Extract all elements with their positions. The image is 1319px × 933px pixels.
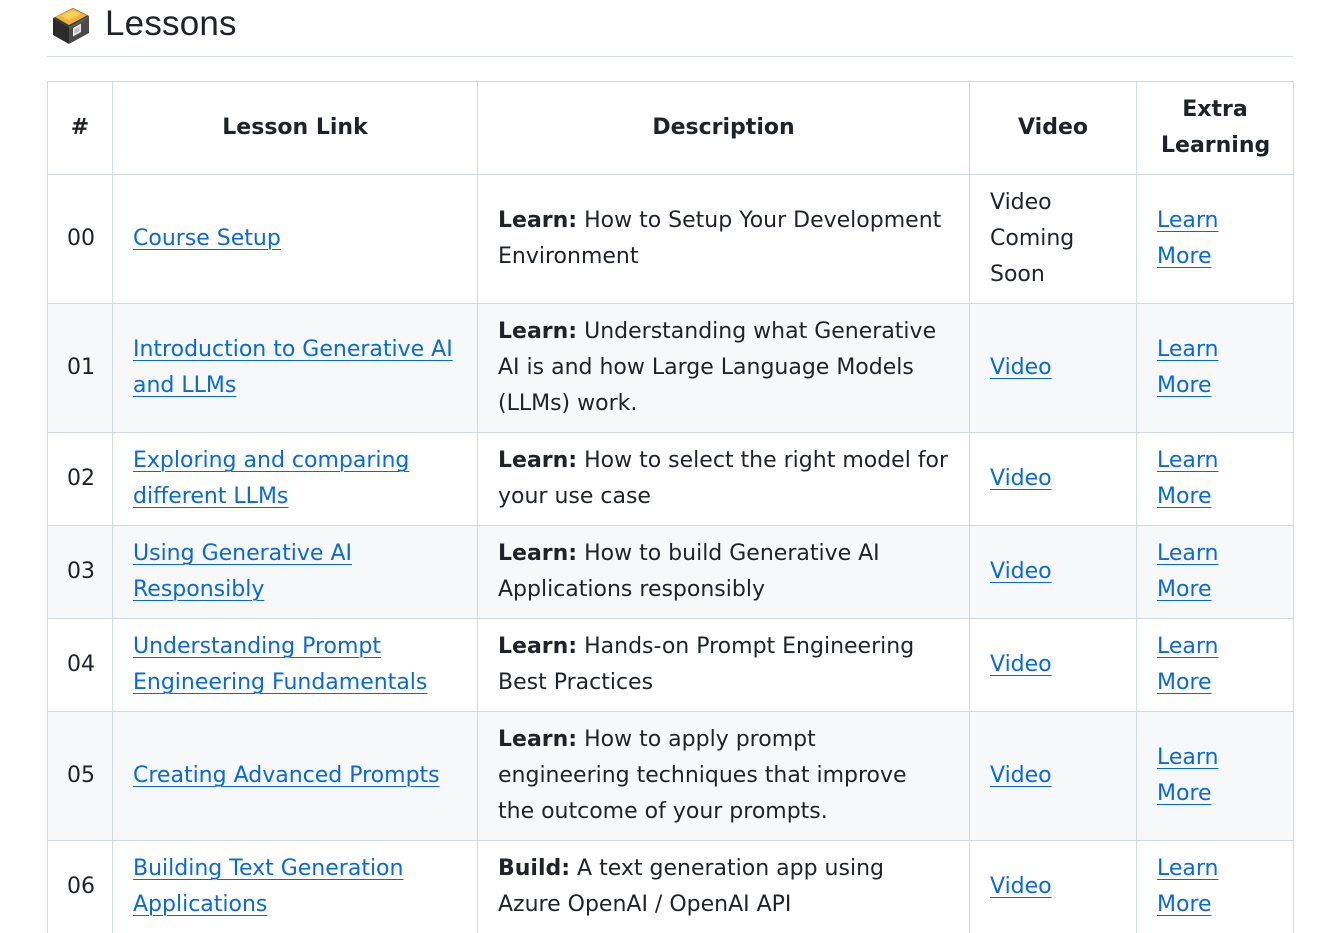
learn-more-link[interactable]: Learn More: [1157, 634, 1219, 695]
video-cell: Video: [969, 525, 1137, 619]
lesson-number: 01: [47, 303, 113, 433]
table-row: 02 Exploring and comparing different LLMs…: [47, 432, 1294, 526]
video-cell: Video: [969, 432, 1137, 526]
extra-learning-cell: Learn More: [1136, 618, 1294, 712]
lesson-link-cell: Understanding Prompt Engineering Fundame…: [112, 618, 478, 712]
learn-more-link[interactable]: Learn More: [1157, 337, 1219, 398]
description-label: Learn:: [498, 448, 578, 473]
description-label: Learn:: [498, 208, 578, 233]
lesson-link-cell: Course Setup: [112, 174, 478, 304]
learn-more-link[interactable]: Learn More: [1157, 208, 1219, 269]
lesson-number: 04: [47, 618, 113, 712]
lesson-description: Learn: How to Setup Your Development Env…: [477, 174, 970, 304]
lesson-link[interactable]: Understanding Prompt Engineering Fundame…: [133, 634, 427, 695]
table-header-row: # Lesson Link Description Video Extra Le…: [47, 81, 1294, 175]
lesson-link-cell: Introduction to Generative AI and LLMs: [112, 303, 478, 433]
description-label: Build:: [498, 856, 571, 881]
description-label: Learn:: [498, 727, 578, 752]
readme-page: Lessons # Lesson Link Description Video …: [0, 0, 1319, 933]
lesson-description: Learn: How to select the right model for…: [477, 432, 970, 526]
extra-learning-cell: Learn More: [1136, 711, 1294, 841]
video-cell: Video: [969, 840, 1137, 933]
header-description: Description: [477, 81, 970, 175]
lesson-number: 00: [47, 174, 113, 304]
table-row: 05 Creating Advanced Prompts Learn: How to…: [47, 711, 1294, 841]
lesson-link-cell: Using Generative AI Responsibly: [112, 525, 478, 619]
lesson-number: 03: [47, 525, 113, 619]
table-row: 00 Course Setup Learn: How to Setup Your D…: [47, 174, 1294, 304]
video-cell: Video: [969, 303, 1137, 433]
page-title: Lessons: [105, 4, 237, 43]
table-row: 06 Building Text Generation Applications B…: [47, 840, 1294, 933]
lesson-number: 06: [47, 840, 113, 933]
video-link[interactable]: Video: [990, 355, 1052, 380]
table-row: 03 Using Generative AI Responsibly Learn: …: [47, 525, 1294, 619]
header-lesson-link: Lesson Link: [112, 81, 478, 175]
header-extra-learning: Extra Learning: [1136, 81, 1294, 175]
video-cell: Video: [969, 711, 1137, 841]
extra-learning-cell: Learn More: [1136, 525, 1294, 619]
lesson-description: Build: A text generation app using Azure…: [477, 840, 970, 933]
learn-more-link[interactable]: Learn More: [1157, 448, 1219, 509]
lesson-link[interactable]: Creating Advanced Prompts: [133, 763, 440, 788]
school-satchel-icon: [53, 8, 89, 44]
lesson-description: Learn: How to build Generative AI Applic…: [477, 525, 970, 619]
video-cell: Video Coming Soon: [969, 174, 1137, 304]
table-body: 00 Course Setup Learn: How to Setup Your D…: [47, 174, 1294, 933]
video-link[interactable]: Video: [990, 559, 1052, 584]
video-link[interactable]: Video: [990, 466, 1052, 491]
lesson-description: Learn: Understanding what Generative AI …: [477, 303, 970, 433]
learn-more-link[interactable]: Learn More: [1157, 745, 1219, 806]
extra-learning-cell: Learn More: [1136, 432, 1294, 526]
lesson-link-cell: Building Text Generation Applications: [112, 840, 478, 933]
video-link[interactable]: Video: [990, 874, 1052, 899]
extra-learning-cell: Learn More: [1136, 303, 1294, 433]
lesson-link[interactable]: Building Text Generation Applications: [133, 856, 403, 917]
video-link[interactable]: Video: [990, 652, 1052, 677]
video-cell: Video: [969, 618, 1137, 712]
lesson-description: Learn: Hands-on Prompt Engineering Best …: [477, 618, 970, 712]
description-label: Learn:: [498, 634, 578, 659]
lesson-number: 05: [47, 711, 113, 841]
lesson-link[interactable]: Introduction to Generative AI and LLMs: [133, 337, 453, 398]
lessons-heading: Lessons: [47, 0, 1293, 57]
header-video: Video: [969, 81, 1137, 175]
table-row: 04 Understanding Prompt Engineering Funda…: [47, 618, 1294, 712]
description-label: Learn:: [498, 541, 578, 566]
lesson-description: Learn: How to apply prompt engineering t…: [477, 711, 970, 841]
description-label: Learn:: [498, 319, 578, 344]
extra-learning-cell: Learn More: [1136, 840, 1294, 933]
table-row: 01 Introduction to Generative AI and LLMs…: [47, 303, 1294, 433]
video-link[interactable]: Video: [990, 763, 1052, 788]
lesson-link[interactable]: Exploring and comparing different LLMs: [133, 448, 409, 509]
lesson-link[interactable]: Using Generative AI Responsibly: [133, 541, 352, 602]
video-coming-soon-text: Video Coming Soon: [990, 190, 1075, 287]
learn-more-link[interactable]: Learn More: [1157, 856, 1219, 917]
lesson-link-cell: Exploring and comparing different LLMs: [112, 432, 478, 526]
lesson-link[interactable]: Course Setup: [133, 226, 281, 251]
extra-learning-cell: Learn More: [1136, 174, 1294, 304]
lesson-link-cell: Creating Advanced Prompts: [112, 711, 478, 841]
lesson-number: 02: [47, 432, 113, 526]
learn-more-link[interactable]: Learn More: [1157, 541, 1219, 602]
header-number: #: [47, 81, 113, 175]
lessons-table: # Lesson Link Description Video Extra Le…: [47, 81, 1294, 933]
